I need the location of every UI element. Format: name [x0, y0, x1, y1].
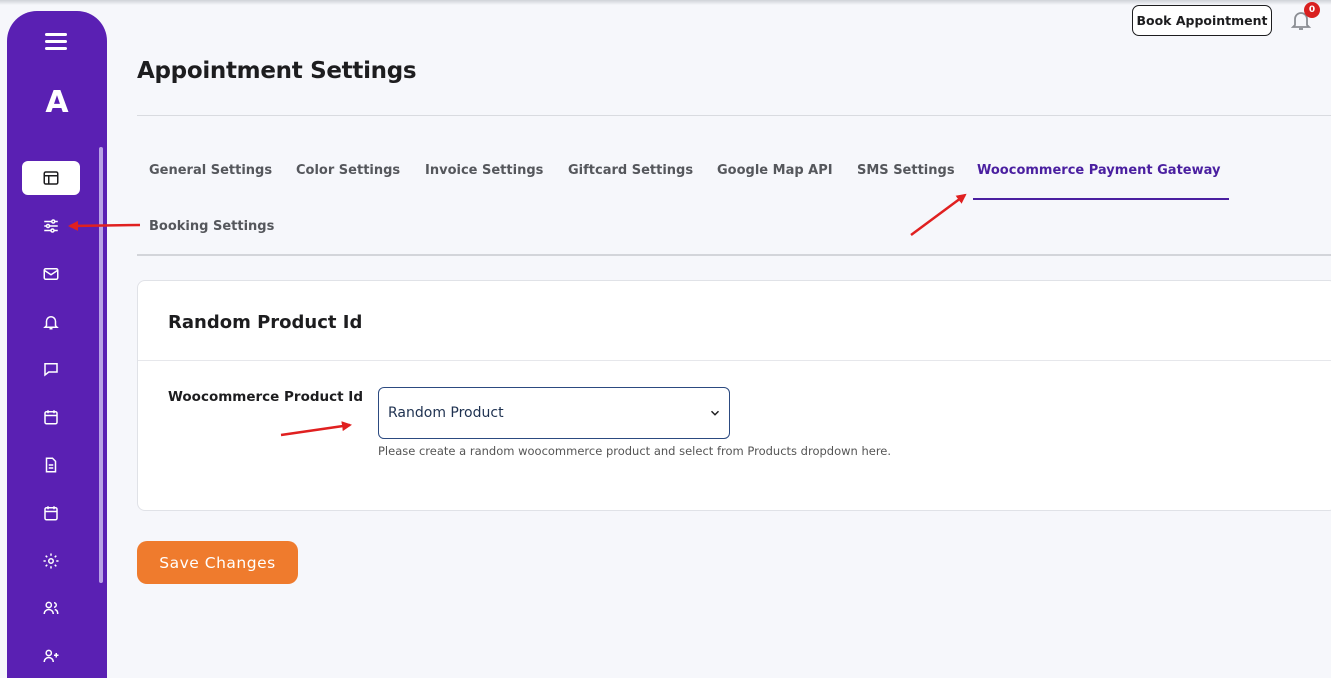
hamburger-menu-icon[interactable] — [45, 33, 67, 51]
card-divider — [138, 360, 1331, 361]
save-changes-button[interactable]: Save Changes — [137, 541, 298, 584]
sidebar-item-notifications[interactable] — [22, 305, 80, 339]
tab-giftcard-settings[interactable]: Giftcard Settings — [568, 163, 693, 178]
sidebar-item-schedule[interactable] — [22, 496, 80, 530]
chat-icon — [44, 363, 58, 377]
page-title: Appointment Settings — [137, 58, 417, 84]
woocommerce-product-id-label: Woocommerce Product Id — [168, 389, 363, 405]
arrow-to-woocommerce-tab — [910, 193, 967, 237]
mail-icon — [43, 268, 59, 280]
tab-booking-settings[interactable]: Booking Settings — [149, 219, 274, 234]
sidebar-item-add-user[interactable] — [22, 639, 80, 673]
add-user-icon — [43, 649, 59, 663]
tabs-divider — [137, 254, 1331, 256]
sidebar-item-mail[interactable] — [22, 257, 80, 291]
notification-badge: 0 — [1304, 2, 1320, 18]
title-divider — [137, 115, 1331, 116]
sliders-icon — [44, 219, 58, 233]
gear-icon — [43, 553, 59, 569]
tab-general-settings[interactable]: General Settings — [149, 163, 272, 178]
layout-icon — [43, 171, 59, 185]
tab-woocommerce-payment-gateway[interactable]: Woocommerce Payment Gateway — [977, 163, 1220, 178]
sidebar-item-gear[interactable] — [22, 544, 80, 578]
calendar-icon — [44, 410, 58, 425]
top-edge — [0, 0, 1331, 5]
product-select[interactable]: Random Product — [378, 387, 730, 439]
users-icon — [43, 601, 59, 615]
sidebar-item-dashboard[interactable] — [22, 161, 80, 195]
chevron-down-icon — [710, 410, 720, 416]
bell-icon — [43, 316, 59, 330]
sidebar-item-chat[interactable] — [22, 352, 80, 386]
document-icon — [45, 457, 57, 473]
active-tab-indicator — [973, 198, 1229, 200]
book-appointment-button[interactable]: Book Appointment — [1132, 5, 1272, 36]
sidebar-item-documents[interactable] — [22, 448, 80, 482]
random-product-card: Random Product Id Woocommerce Product Id… — [137, 280, 1331, 511]
sidebar-item-calendar[interactable] — [22, 400, 80, 434]
tab-invoice-settings[interactable]: Invoice Settings — [425, 163, 543, 178]
tab-color-settings[interactable]: Color Settings — [296, 163, 400, 178]
sidebar: A — [7, 11, 107, 678]
card-title: Random Product Id — [168, 312, 363, 333]
product-help-text: Please create a random woocommerce produ… — [378, 444, 892, 458]
sidebar-item-settings[interactable] — [22, 209, 80, 243]
product-select-value: Random Product — [388, 405, 504, 421]
calendar-icon — [44, 506, 58, 521]
sidebar-scrollbar[interactable] — [99, 147, 103, 583]
tab-sms-settings[interactable]: SMS Settings — [857, 163, 955, 178]
sidebar-item-users[interactable] — [22, 591, 80, 625]
app-logo: A — [45, 85, 69, 120]
tab-google-map-api[interactable]: Google Map API — [717, 163, 833, 178]
